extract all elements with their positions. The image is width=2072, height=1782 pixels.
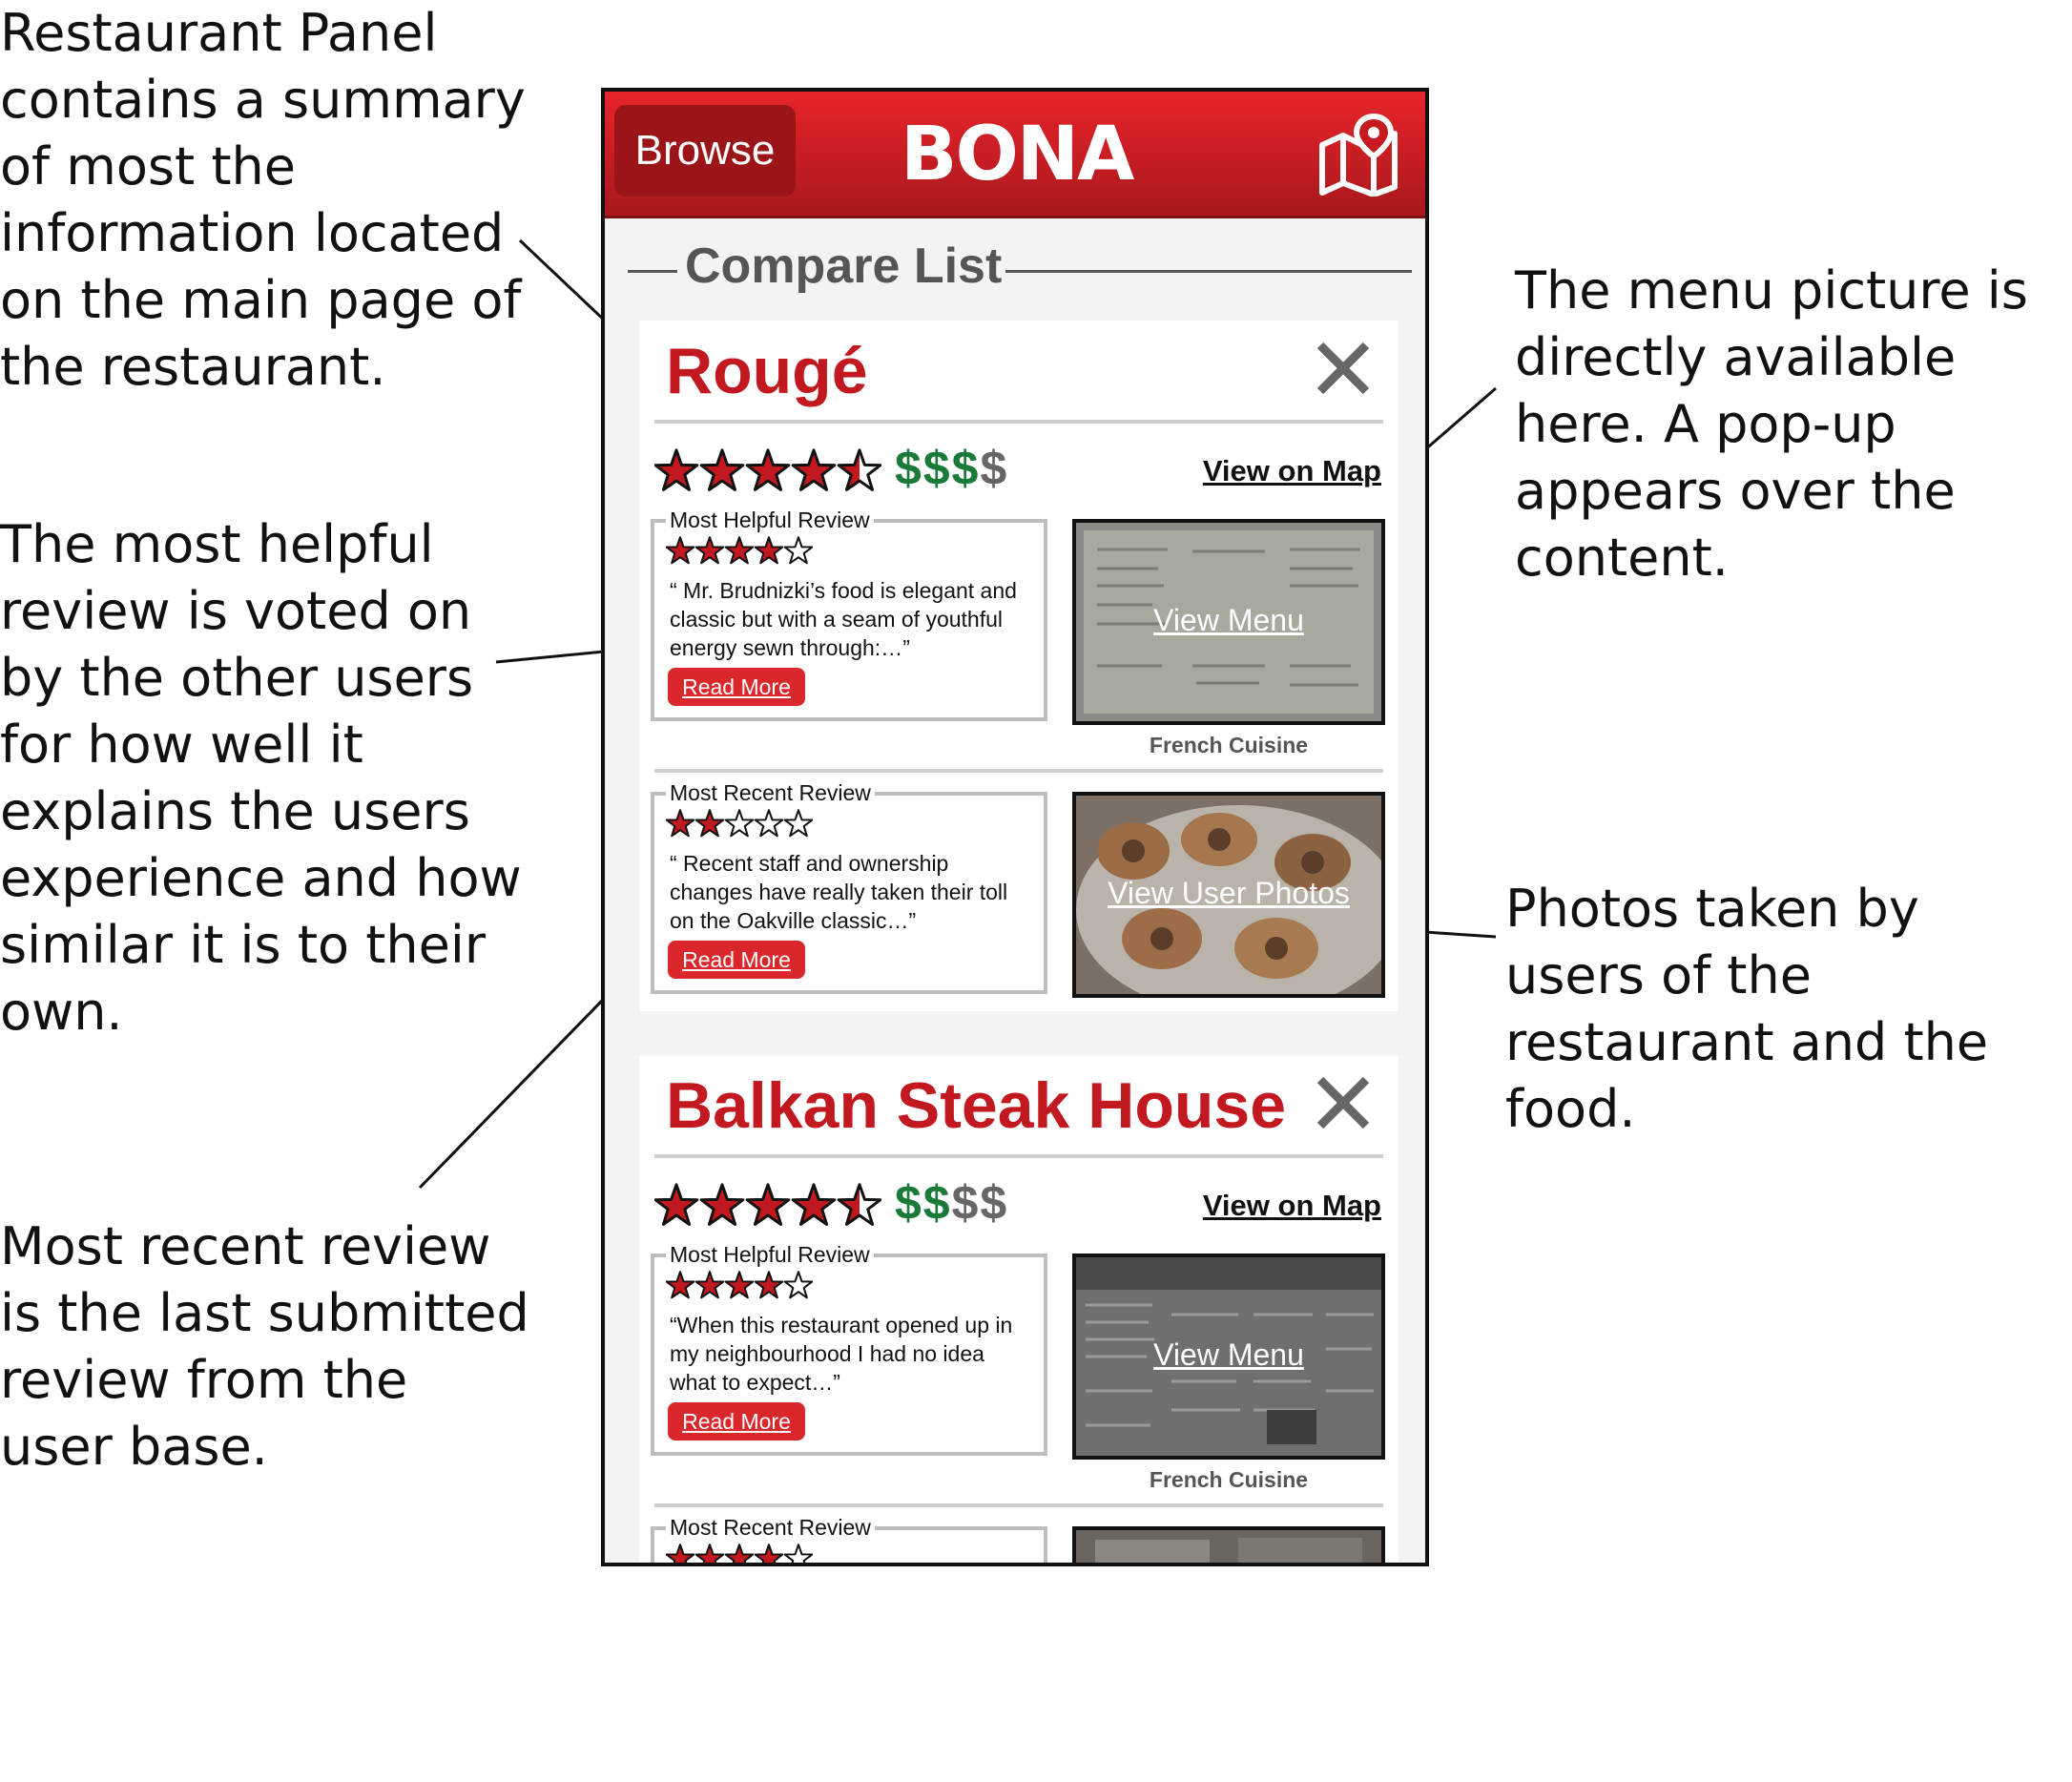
rating-stars — [654, 448, 881, 491]
divider-line — [1005, 270, 1412, 273]
read-more-button[interactable]: Read More — [668, 941, 805, 979]
annotation-menu-picture: The menu picture is directly available h… — [1515, 260, 2028, 588]
star-icon — [654, 1183, 699, 1226]
annotation-most-helpful-review: The most helpful review is voted on by t… — [0, 514, 522, 1042]
star-icon — [837, 1183, 881, 1226]
star-icon — [666, 1271, 695, 1299]
review-label: Most Recent Review — [666, 780, 875, 806]
most-recent-review-box: Most Recent Review — [651, 1515, 1047, 1563]
map-pin-icon[interactable] — [1318, 113, 1399, 197]
restaurant-card: Balkan Steak House $$$$ View on Map Most… — [639, 1055, 1399, 1563]
annotation-restaurant-panel: Restaurant Panel contains a summary of m… — [0, 3, 526, 397]
browse-button[interactable]: Browse — [614, 105, 796, 197]
star-icon — [666, 809, 695, 838]
close-icon[interactable] — [1315, 1074, 1372, 1131]
divider-line — [654, 1503, 1383, 1507]
annotation-most-recent-review: Most recent review is the last submitted… — [0, 1216, 529, 1477]
star-icon — [654, 448, 699, 491]
divider-line — [654, 1154, 1383, 1158]
star-icon — [745, 448, 791, 491]
star-icon — [754, 1544, 784, 1563]
user-photos-thumbnail[interactable] — [1072, 1526, 1385, 1563]
user-photos-thumbnail[interactable]: View User Photos — [1072, 792, 1385, 998]
app-logo: BONA — [901, 112, 1134, 197]
star-icon — [694, 809, 725, 838]
star-icon — [837, 448, 881, 491]
restaurant-name: Balkan Steak House — [666, 1069, 1287, 1142]
cuisine-label: French Cuisine — [1149, 1467, 1309, 1492]
divider-line — [628, 270, 677, 273]
top-bar: Browse BONA — [605, 92, 1425, 218]
menu-thumbnail[interactable]: View Menu — [1072, 519, 1385, 725]
review-excerpt: “When this restaurant opened up in my ne… — [670, 1313, 1013, 1395]
section-title: Compare List — [685, 238, 1003, 294]
restaurant-name: Rougé — [666, 335, 868, 407]
cuisine-label: French Cuisine — [1149, 733, 1309, 757]
menu-thumbnail[interactable]: View Menu — [1072, 1254, 1385, 1460]
view-menu-link[interactable]: View Menu — [1076, 1337, 1381, 1373]
most-helpful-review-box: Most Helpful Review “When this restauran… — [651, 1242, 1047, 1456]
star-icon — [724, 1271, 755, 1299]
star-icon — [783, 1271, 813, 1299]
view-on-map-link[interactable]: View on Map — [1203, 454, 1381, 488]
star-icon — [724, 536, 755, 565]
star-icon — [783, 1544, 813, 1563]
star-icon — [754, 1271, 784, 1299]
price-level: $$$$ — [895, 442, 1009, 495]
phone-screen: Browse BONA Compare List Rougé $$$$ View… — [601, 88, 1429, 1566]
review-stars — [666, 809, 813, 838]
annotation-user-photos: Photos taken by users of the restaurant … — [1505, 879, 1989, 1139]
divider-line — [654, 769, 1383, 773]
star-icon — [699, 1183, 745, 1226]
star-icon — [694, 1544, 725, 1563]
star-icon — [694, 536, 725, 565]
star-icon — [754, 536, 784, 565]
view-on-map-link[interactable]: View on Map — [1203, 1189, 1381, 1223]
star-icon — [791, 1183, 837, 1226]
star-icon — [745, 1183, 791, 1226]
compare-list-header: Compare List — [605, 218, 1425, 321]
star-icon — [699, 448, 745, 491]
star-icon — [666, 536, 695, 565]
star-icon — [783, 809, 813, 838]
star-icon — [694, 1271, 725, 1299]
review-excerpt: “ Recent staff and ownership changes hav… — [670, 851, 1008, 933]
star-icon — [724, 1544, 755, 1563]
read-more-button[interactable]: Read More — [668, 1402, 805, 1440]
view-menu-link[interactable]: View Menu — [1076, 603, 1381, 638]
star-icon — [783, 536, 813, 565]
most-recent-review-box: Most Recent Review “ Recent staff and ow… — [651, 780, 1047, 994]
price-level: $$$$ — [895, 1176, 1009, 1230]
read-more-button[interactable]: Read More — [668, 668, 805, 706]
review-stars — [666, 1271, 813, 1299]
divider-line — [654, 420, 1383, 424]
review-stars — [666, 536, 813, 565]
rating-stars — [654, 1183, 881, 1226]
star-icon — [666, 1544, 695, 1563]
review-excerpt: “ Mr. Brudnizki’s food is elegant and cl… — [670, 578, 1017, 660]
review-label: Most Helpful Review — [666, 508, 874, 533]
star-icon — [724, 809, 755, 838]
star-icon — [791, 448, 837, 491]
star-icon — [754, 809, 784, 838]
most-helpful-review-box: Most Helpful Review “ Mr. Brudnizki’s fo… — [651, 508, 1047, 721]
restaurant-card: Rougé $$$$ View on Map Most Helpful Revi… — [639, 321, 1399, 1011]
close-icon[interactable] — [1315, 340, 1372, 397]
review-stars — [666, 1544, 813, 1563]
view-user-photos-link[interactable]: View User Photos — [1076, 876, 1381, 911]
review-label: Most Recent Review — [666, 1515, 875, 1541]
food-photo — [1076, 1530, 1381, 1563]
review-label: Most Helpful Review — [666, 1242, 874, 1268]
